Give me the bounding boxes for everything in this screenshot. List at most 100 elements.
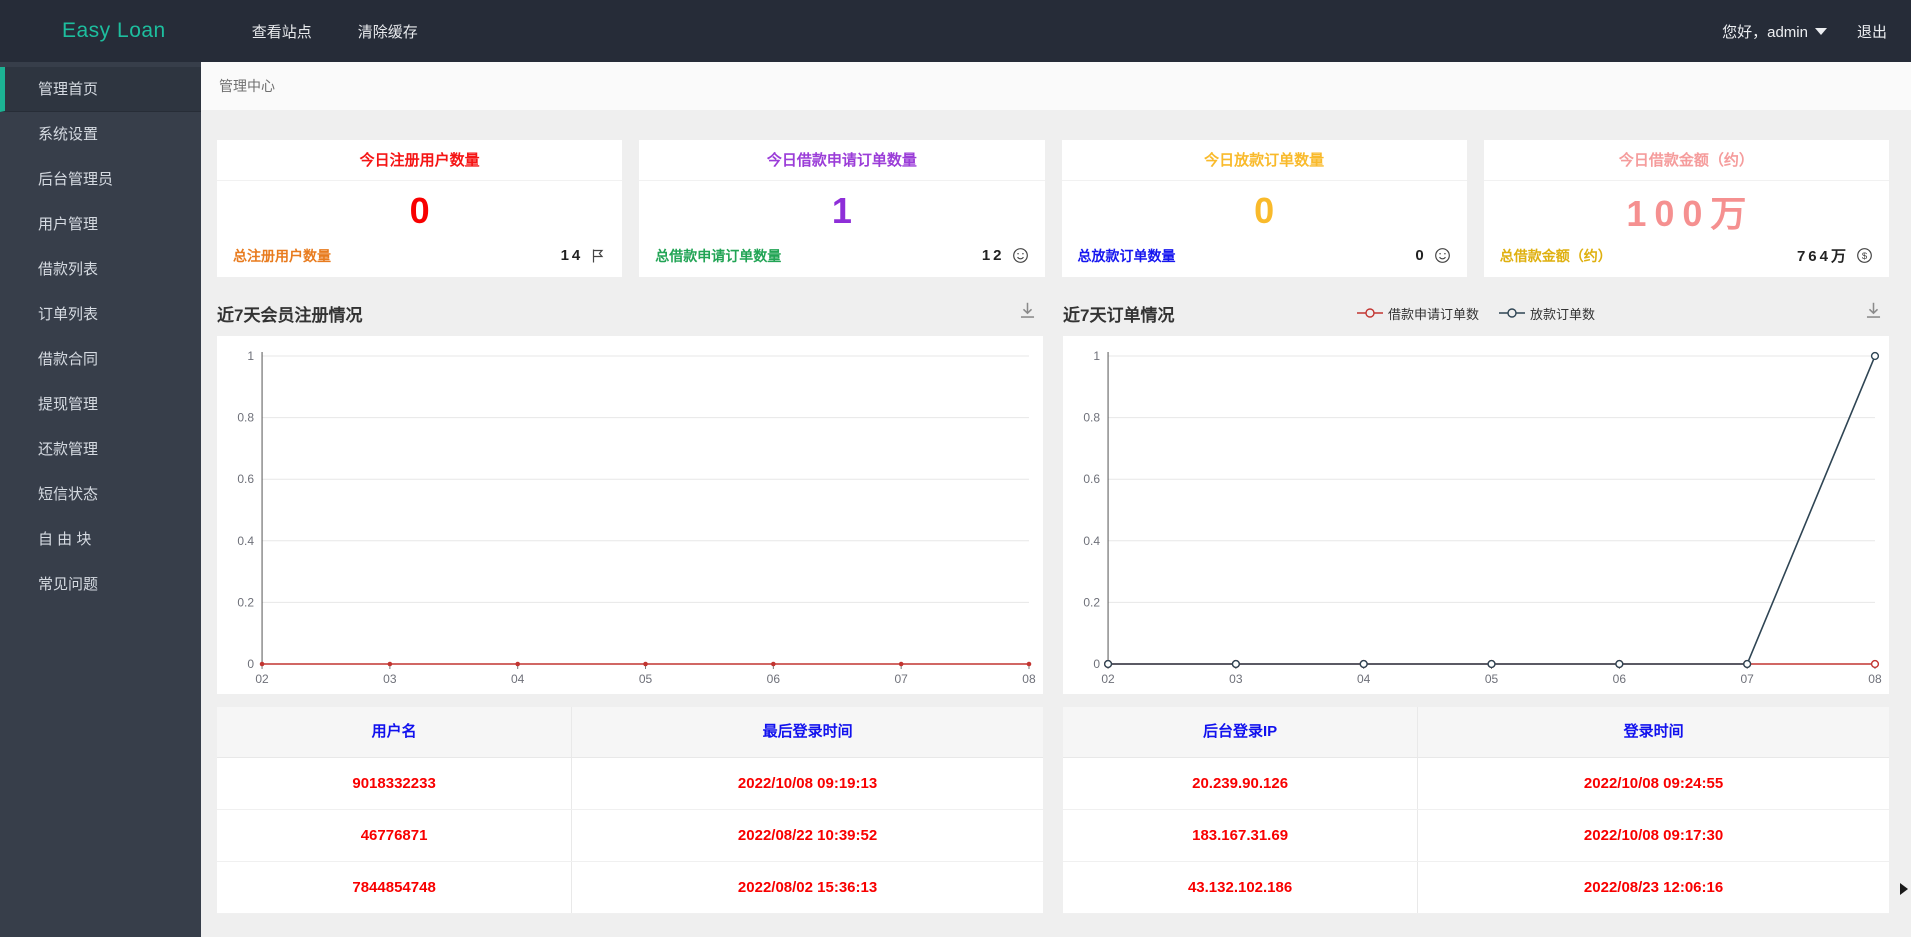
registrations-line-chart: 0 0.2 0.4 0.6 0.8 1 02 03 04 05 06 07 08	[217, 336, 1043, 694]
table-cell: 46776871	[217, 810, 573, 861]
svg-text:04: 04	[511, 672, 525, 686]
sidebar-item-1[interactable]: 系统设置	[0, 112, 201, 157]
svg-text:05: 05	[1485, 672, 1499, 686]
recent-users-table: 用户名 最后登录时间 9018332233 2022/10/08 09:19:13 46…	[217, 707, 1043, 914]
table-cell: 2022/08/23 12:06:16	[1583, 879, 1724, 896]
svg-text:0.4: 0.4	[237, 534, 254, 548]
sidebar-item-4[interactable]: 借款列表	[0, 247, 201, 292]
stat-card-title: 今日借款申请订单数量	[639, 140, 1045, 181]
stat-footer-value: 764万	[1796, 248, 1849, 265]
admin-login-table: 后台登录IP 登录时间 20.239.90.126 2022/10/08 09:24:…	[1063, 707, 1889, 914]
table-cell: 9018332233	[217, 758, 573, 809]
sidebar: 管理首页 系统设置 后台管理员 用户管理 借款列表 订单列表 借款合同 提现管理 还款管理 短信状…	[0, 62, 201, 937]
chart-header: 近7天会员注册情况	[217, 290, 1043, 336]
svg-text:1: 1	[247, 349, 254, 363]
breadcrumb: 管理中心	[201, 62, 1911, 110]
main-content: 管理中心 今日注册用户数量 0 总注册用户数量 14 今日借款申请订单数量 1 …	[201, 62, 1911, 937]
stat-card-value: 100万	[1626, 192, 1755, 234]
chart-header: 近7天订单情况 借款申请订单数 放款订单数	[1063, 290, 1889, 336]
table-header-cell: 用户名	[217, 707, 573, 757]
stat-card-value: 0	[409, 189, 438, 231]
table-row: 46776871 2022/08/22 10:39:52	[217, 810, 1043, 862]
legend-label: 放款订单数	[1530, 306, 1596, 322]
legend-item-0[interactable]: 借款申请订单数	[1356, 304, 1479, 323]
svg-text:0.2: 0.2	[1083, 595, 1100, 609]
stat-card-disbursed-today: 今日放款订单数量 0 总放款订单数量 0	[1061, 140, 1467, 277]
stat-card-loan-apply-today: 今日借款申请订单数量 1 总借款申请订单数量 12	[639, 140, 1045, 277]
table-cell: 7844854748	[217, 862, 573, 913]
table-cell: 2022/10/08 09:19:13	[737, 775, 878, 792]
stat-footer-label: 总放款订单数量	[1077, 247, 1176, 264]
legend-line-icon	[1499, 308, 1525, 318]
brand-logo[interactable]: Easy Loan	[62, 19, 166, 43]
table-row: 20.239.90.126 2022/10/08 09:24:55	[1063, 758, 1889, 810]
svg-text:$: $	[1862, 251, 1868, 262]
svg-text:07: 07	[894, 672, 908, 686]
svg-text:0.8: 0.8	[1083, 411, 1100, 425]
navbar-right: 您好，admin 退出	[1722, 21, 1887, 42]
stat-card-footer: 总注册用户数量 14	[217, 240, 622, 277]
svg-text:08: 08	[1868, 672, 1882, 686]
chart-title: 近7天会员注册情况	[217, 305, 363, 325]
table-header-row: 后台登录IP 登录时间	[1063, 707, 1889, 758]
svg-text:06: 06	[767, 672, 781, 686]
table-header-cell: 登录时间	[1623, 723, 1684, 740]
legend-item-1[interactable]: 放款订单数	[1499, 304, 1595, 323]
table-row: 9018332233 2022/10/08 09:19:13	[217, 758, 1043, 810]
stat-footer-label: 总借款金额（约）	[1499, 247, 1612, 264]
svg-text:06: 06	[1613, 672, 1627, 686]
stat-card-title: 今日注册用户数量	[217, 140, 623, 181]
sidebar-item-6[interactable]: 借款合同	[0, 337, 201, 382]
user-menu[interactable]: 您好，admin	[1722, 21, 1827, 42]
nav-link-clear-cache[interactable]: 清除缓存	[358, 21, 418, 42]
sidebar-item-7[interactable]: 提现管理	[0, 382, 201, 427]
flag-icon	[590, 248, 606, 264]
sidebar-item-3[interactable]: 用户管理	[0, 202, 201, 247]
stat-footer-label: 总注册用户数量	[233, 247, 331, 264]
breadcrumb-label: 管理中心	[219, 78, 275, 94]
stat-footer-value: 14	[560, 247, 584, 264]
navbar-links: 查看站点 清除缓存	[252, 21, 418, 42]
stat-card-title: 今日借款金额（约）	[1483, 140, 1889, 181]
sidebar-item-5[interactable]: 订单列表	[0, 292, 201, 337]
svg-text:02: 02	[255, 672, 269, 686]
table-row: 43.132.102.186 2022/08/23 12:06:16	[1063, 862, 1889, 914]
nav-link-view-site[interactable]: 查看站点	[252, 21, 312, 42]
sidebar-item-0[interactable]: 管理首页	[0, 67, 201, 112]
table-cell: 43.132.102.186	[1063, 862, 1419, 913]
registrations-chart-panel: 近7天会员注册情况 0 0.2 0.4 0.6 0.8 1 02 03 04 05 06 07 08	[217, 290, 1043, 694]
table-header-cell: 后台登录IP	[1063, 707, 1419, 757]
table-row: 7844854748 2022/08/02 15:36:13	[217, 862, 1043, 914]
tables-row: 用户名 最后登录时间 9018332233 2022/10/08 09:19:13 46…	[217, 707, 1889, 914]
sidebar-item-9[interactable]: 短信状态	[0, 472, 201, 517]
sidebar-item-8[interactable]: 还款管理	[0, 427, 201, 472]
svg-text:02: 02	[1101, 672, 1115, 686]
table-cell: 20.239.90.126	[1063, 758, 1419, 809]
stat-card-footer: 总借款金额（约） 764万 $	[1484, 240, 1889, 277]
sidebar-item-10[interactable]: 自 由 块	[0, 517, 201, 562]
download-icon[interactable]	[1864, 301, 1889, 325]
scroll-indicator	[1900, 883, 1908, 895]
table-header-row: 用户名 最后登录时间	[217, 707, 1043, 758]
stat-card-registered-today: 今日注册用户数量 0 总注册用户数量 14	[217, 140, 623, 277]
table-cell: 2022/10/08 09:17:30	[1583, 827, 1724, 844]
svg-text:0.2: 0.2	[237, 595, 254, 609]
table-cell: 2022/08/22 10:39:52	[737, 827, 878, 844]
legend-line-icon	[1356, 308, 1383, 318]
stat-card-footer: 总放款订单数量 0	[1062, 240, 1467, 277]
svg-text:0.6: 0.6	[1083, 472, 1100, 486]
stat-footer-label: 总借款申请订单数量	[655, 247, 782, 264]
download-icon[interactable]	[1018, 301, 1043, 325]
stat-footer-value: 12	[981, 247, 1005, 264]
svg-text:03: 03	[383, 672, 397, 686]
stat-footer-value: 0	[1415, 247, 1427, 264]
chart-legend: 借款申请订单数 放款订单数	[1063, 304, 1889, 323]
sidebar-item-2[interactable]: 后台管理员	[0, 157, 201, 202]
chevron-down-icon	[1814, 27, 1827, 35]
smiley-icon	[1434, 247, 1451, 264]
sidebar-item-11[interactable]: 常见问题	[0, 562, 201, 607]
stat-card-footer: 总借款申请订单数量 12	[639, 240, 1044, 277]
logout-button[interactable]: 退出	[1857, 21, 1887, 42]
table-header-cell: 最后登录时间	[762, 723, 853, 740]
svg-text:1: 1	[1093, 349, 1100, 363]
